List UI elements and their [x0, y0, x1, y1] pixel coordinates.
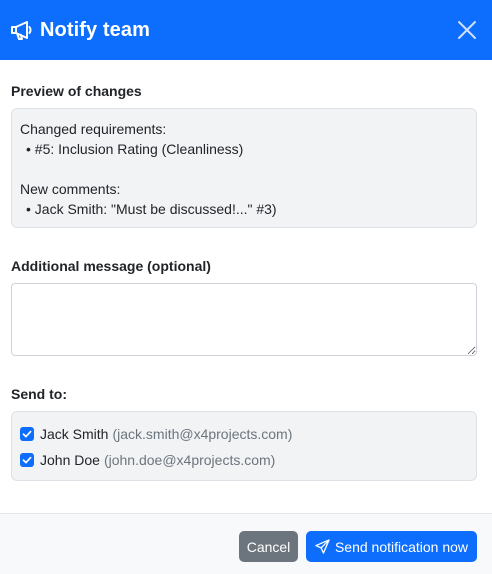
recipient-name: John Doe — [40, 452, 100, 468]
megaphone-icon — [10, 19, 34, 41]
cancel-button[interactable]: Cancel — [239, 531, 298, 562]
recipient-row: Jack Smith (jack.smith@x4projects.com) — [20, 421, 468, 447]
send-to-label: Send to: — [11, 386, 67, 402]
modal-footer: Cancel Send notification now — [0, 513, 492, 574]
message-textarea[interactable] — [11, 283, 477, 356]
recipient-row: John Doe (john.doe@x4projects.com) — [20, 447, 468, 473]
recipient-email: (john.doe@x4projects.com) — [103, 452, 276, 468]
changed-item: • #5: Inclusion Rating (Cleanliness) — [26, 141, 244, 157]
changed-heading: Changed requirements: — [20, 121, 167, 137]
notify-team-modal: Notify team Preview of changes Changed r… — [0, 0, 492, 574]
comments-heading: New comments: — [20, 181, 121, 197]
comment-item: • Jack Smith: "Must be discussed!..." #3… — [26, 201, 277, 217]
close-icon[interactable] — [457, 20, 477, 40]
message-label: Additional message (optional) — [11, 258, 211, 274]
paper-plane-icon — [315, 539, 330, 554]
send-notification-button[interactable]: Send notification now — [306, 531, 477, 562]
recipient-name: Jack Smith — [40, 426, 109, 442]
modal-title: Notify team — [40, 18, 151, 41]
recipients-box: Jack Smith (jack.smith@x4projects.com) J… — [11, 411, 477, 481]
recipient-checkbox[interactable] — [20, 453, 34, 467]
preview-box: Changed requirements: • #5: Inclusion Ra… — [11, 108, 477, 228]
recipient-email: (jack.smith@x4projects.com) — [112, 426, 293, 442]
send-button-label: Send notification now — [334, 538, 469, 555]
modal-header: Notify team — [0, 0, 492, 60]
recipient-checkbox[interactable] — [20, 427, 34, 441]
preview-label: Preview of changes — [11, 83, 142, 99]
